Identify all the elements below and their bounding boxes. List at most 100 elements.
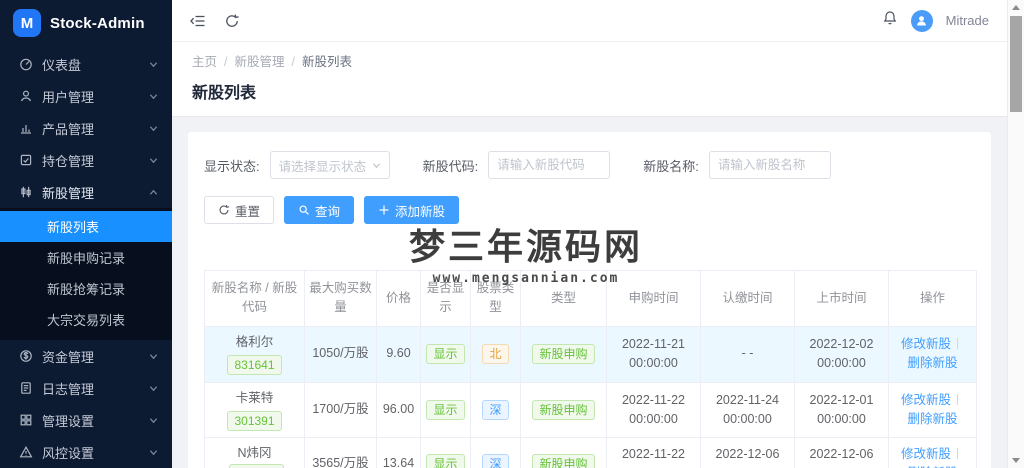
cell-price: 9.60 (376, 325, 421, 383)
chevron-down-icon (372, 162, 380, 168)
reset-label: 重置 (235, 204, 261, 219)
edit-stock-link[interactable]: 修改新股 (901, 393, 951, 407)
sidebar-item-admin-settings[interactable]: 管理设置 (0, 404, 172, 436)
status-select[interactable]: 请选择显示状态 (269, 151, 390, 179)
reset-button[interactable]: 重置 (204, 196, 275, 224)
stock-code-badge: 001256 (229, 463, 284, 468)
cell-market: 北 (470, 325, 521, 383)
edit-stock-link[interactable]: 修改新股 (901, 337, 951, 351)
code-input[interactable] (488, 151, 611, 179)
cell-pay-time: - - (700, 325, 795, 383)
table-row: 卡莱特 301391 1700/万股 96.00 显示 深 新股申购 2022-… (204, 381, 977, 439)
users-icon (21, 90, 31, 102)
col-max-qty: 最大购买数量 (304, 270, 377, 327)
vertical-scrollbar[interactable] (1007, 0, 1024, 468)
edit-stock-link[interactable]: 修改新股 (901, 447, 951, 461)
scrollbar-thumb[interactable] (1010, 16, 1022, 112)
reset-icon (219, 204, 230, 215)
name-label: 新股名称: (643, 158, 699, 174)
col-display: 是否显示 (420, 270, 471, 327)
sidebar-item-newstock[interactable]: 新股管理 (0, 176, 172, 208)
breadcrumb-current: 新股列表 (302, 55, 353, 69)
submenu-item-label: 大宗交易列表 (47, 313, 126, 328)
cell-type: 新股申购 (520, 381, 607, 439)
grid-settings-icon (20, 414, 32, 426)
type-badge: 新股申购 (532, 453, 595, 468)
breadcrumb-newstock[interactable]: 新股管理 (235, 55, 285, 69)
cell-max-qty: 1050/万股 (304, 325, 377, 383)
sidebar-item-funds[interactable]: 资金管理 (0, 340, 172, 372)
bar-chart-icon (21, 125, 31, 134)
cell-max-qty: 3565/万股 (304, 437, 377, 468)
sidebar-item-logs[interactable]: 日志管理 (0, 372, 172, 404)
filter-name: 新股名称: (643, 151, 831, 179)
cell-display: 显示 (420, 437, 471, 468)
topbar: Mitrade (172, 0, 1007, 42)
cell-actions: 修改新股删除新股 (888, 325, 977, 383)
submenu-item-block-trade-list[interactable]: 大宗交易列表 (0, 304, 172, 335)
notification-bell-icon[interactable] (882, 10, 898, 31)
candlestick-icon (21, 186, 31, 198)
warning-triangle-icon (19, 445, 33, 458)
table-header-row: 新股名称 / 新股代码 最大购买数量 价格 是否显示 股票类型 类型 申购时间 … (204, 270, 977, 327)
status-select-placeholder: 请选择显示状态 (278, 159, 367, 174)
submenu-item-stock-list[interactable]: 新股列表 (0, 211, 172, 242)
scroll-up-arrow-icon[interactable] (1008, 0, 1024, 15)
sidebar-item-positions[interactable]: 持仓管理 (0, 144, 172, 176)
cell-list-time: 2022-12-01 00:00:00 (794, 381, 889, 439)
newstock-submenu: 新股列表 新股申购记录 新股抢筹记录 大宗交易列表 (0, 208, 172, 340)
sidebar-item-users[interactable]: 用户管理 (0, 80, 172, 112)
search-label: 查询 (315, 204, 341, 219)
delete-stock-link[interactable]: 删除新股 (907, 356, 957, 370)
chevron-down-icon (149, 353, 158, 359)
submenu-item-label: 新股申购记录 (47, 251, 126, 266)
page-header: 主页 / 新股管理 / 新股列表 新股列表 (172, 42, 1007, 117)
add-stock-button[interactable]: 添加新股 (364, 196, 460, 224)
refresh-icon[interactable] (224, 13, 240, 29)
search-icon (299, 205, 309, 215)
stock-name: 格利尔 (235, 334, 274, 349)
cell-apply-time: 2022-11-21 00:00:00 (606, 325, 701, 383)
content: 显示状态: 请选择显示状态 新股代码: 新股名称: (172, 117, 1007, 468)
market-badge: 深 (482, 453, 509, 468)
sidebar-item-dashboard[interactable]: 仪表盘 (0, 48, 172, 80)
display-badge: 显示 (426, 343, 465, 364)
money-icon (20, 350, 32, 362)
app-logo[interactable]: M Stock-Admin (0, 0, 172, 46)
action-divider (957, 447, 958, 459)
avatar[interactable] (910, 9, 933, 32)
cell-max-qty: 1700/万股 (304, 381, 377, 439)
submenu-item-label: 新股抢筹记录 (47, 282, 126, 297)
scroll-down-arrow-icon[interactable] (1008, 453, 1024, 468)
chevron-down-icon (149, 157, 158, 163)
plus-icon (379, 205, 389, 215)
sidebar-item-label: 持仓管理 (42, 153, 95, 169)
cell-list-time: 2022-12-0600:00:00 (794, 437, 889, 468)
watermark-title: 梦三年源码网 (408, 227, 643, 267)
delete-stock-link[interactable]: 删除新股 (907, 412, 957, 426)
cell-actions: 修改新股删除新股 (888, 437, 977, 468)
cell-display: 显示 (420, 381, 471, 439)
search-button[interactable]: 查询 (284, 196, 355, 224)
col-list-time: 上市时间 (794, 270, 889, 327)
breadcrumb-home[interactable]: 主页 (192, 55, 217, 69)
cell-apply-time: 2022-11-2200:00:00 (606, 381, 701, 439)
code-label: 新股代码: (422, 158, 479, 174)
chevron-down-icon (149, 417, 158, 423)
cell-price: 96.00 (376, 381, 421, 439)
collapse-menu-icon[interactable] (190, 13, 206, 29)
display-badge: 显示 (426, 453, 465, 468)
sidebar-item-risk-settings[interactable]: 风控设置 (0, 436, 172, 468)
name-input[interactable] (708, 151, 831, 179)
sidebar-item-label: 风控设置 (42, 445, 95, 461)
chevron-down-icon (149, 385, 158, 391)
status-label: 显示状态: (204, 158, 260, 174)
submenu-item-subscribe-records[interactable]: 新股申购记录 (0, 242, 172, 273)
content-card: 显示状态: 请选择显示状态 新股代码: 新股名称: (188, 132, 991, 468)
username[interactable]: Mitrade (946, 13, 989, 28)
chevron-down-icon (149, 61, 158, 67)
sidebar-item-products[interactable]: 产品管理 (0, 112, 172, 144)
submenu-item-grab-records[interactable]: 新股抢筹记录 (0, 273, 172, 304)
col-pay-time: 认缴时间 (700, 270, 795, 327)
gauge-icon (20, 58, 32, 71)
